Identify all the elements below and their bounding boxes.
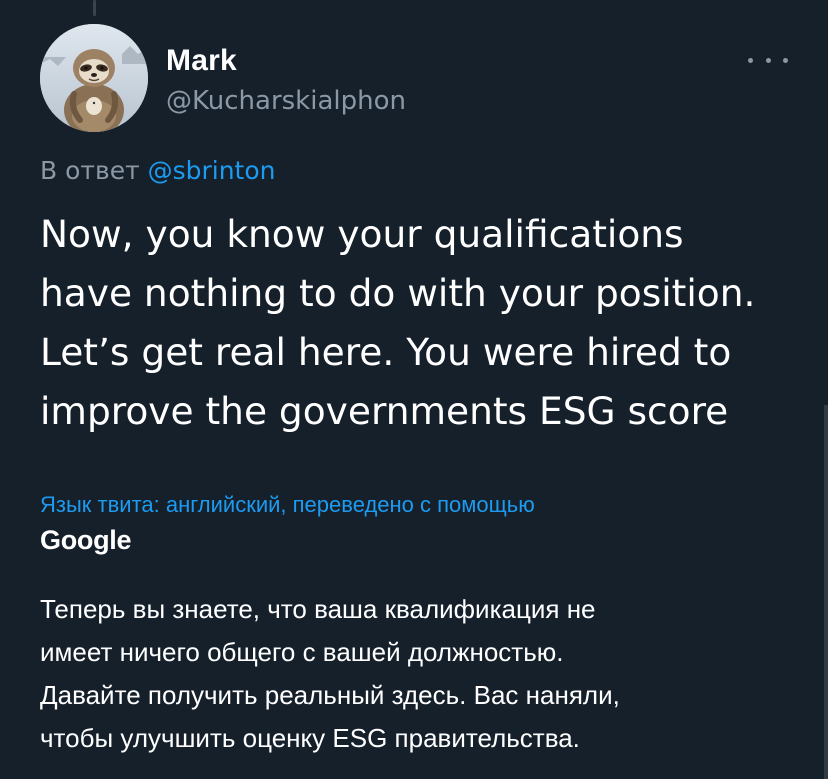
translation-info-link[interactable]: Язык твита: английский, переведено с пом… [40,490,535,520]
scrollbar[interactable] [824,405,828,779]
translated-text-line: Давайте получить реальный здесь. Вас нан… [40,680,620,710]
reply-context: В ответ @sbrinton [40,154,276,188]
tweet-text-line: improve the governments ESG score [40,389,729,433]
author-display-name[interactable]: Mark [166,42,406,80]
more-horizontal-icon[interactable] [748,48,788,72]
tweet-text-line: Let’s get real here. You were hired to [40,330,732,374]
tweet-author[interactable]: Mark @Kucharskialphon [166,42,406,119]
tweet-text: Now, you know your qualifications have n… [40,205,800,441]
translated-text: Теперь вы знаете, что ваша квалификация … [40,588,810,760]
avatar[interactable] [40,24,148,132]
more-dot [748,57,753,63]
reply-prefix: В ответ [40,156,140,185]
reply-mention-link[interactable]: @sbrinton [148,156,276,185]
translated-text-line: Теперь вы знаете, что ваша квалификация … [40,594,596,624]
tweet-detail-page: Mark @Kucharskialphon В ответ @sbrinton … [0,0,828,779]
author-handle[interactable]: @Kucharskialphon [166,83,406,119]
translated-text-line: имеет ничего общего с вашей должностью. [40,637,564,667]
more-dot [783,57,788,63]
more-dot [765,57,771,63]
thread-connector-line [93,0,96,16]
translated-text-line: чтобы улучшить оценку ESG правительства. [40,723,580,753]
google-logo: Google [40,525,132,555]
tweet-text-line: have nothing to do with your position. [40,271,756,315]
tweet-text-line: Now, you know your qualifications [40,212,684,256]
sloth-avatar-image [40,24,148,132]
